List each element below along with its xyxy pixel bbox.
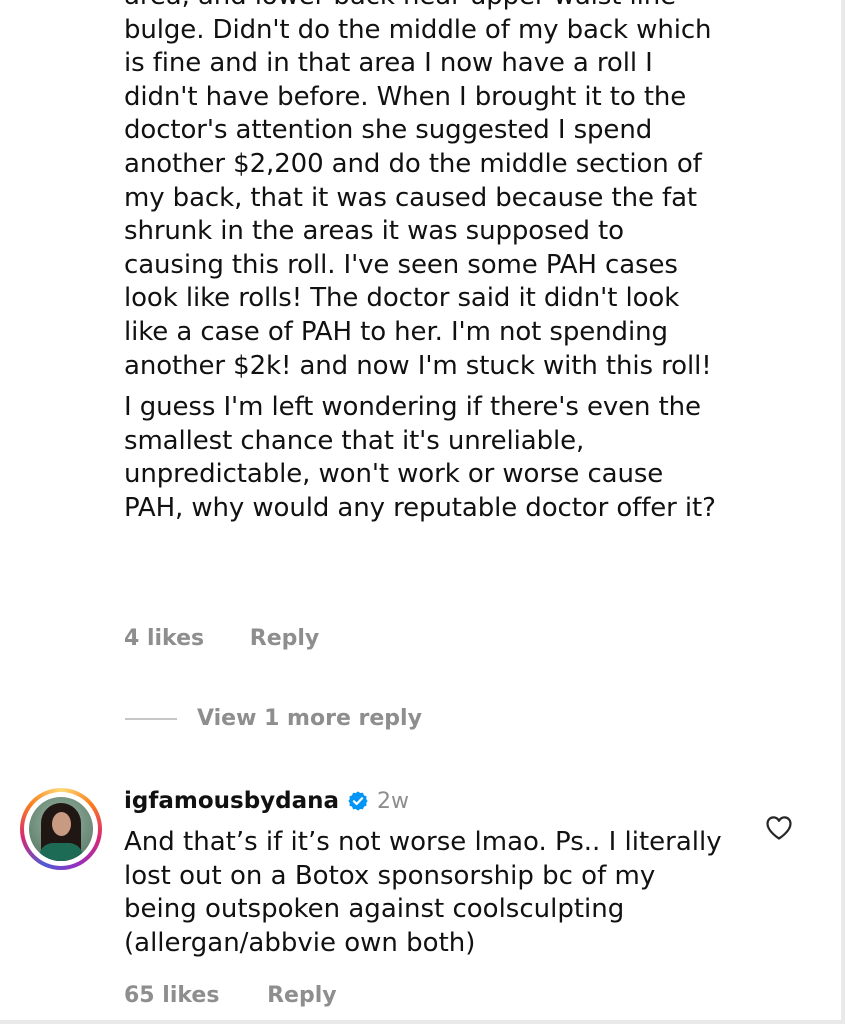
heart-outline-icon[interactable] (765, 815, 793, 841)
comment-paragraph: I guess I'm left wondering if there's ev… (124, 392, 716, 523)
likes-count[interactable]: 65 likes (124, 983, 219, 1008)
profile-photo (29, 797, 93, 861)
comment-header: igfamousbydana 2w (124, 788, 409, 814)
view-more-replies-label: View 1 more reply (197, 706, 422, 731)
comment-paragraph: And that’s if it’s not worse lmao. Ps.. … (124, 827, 722, 958)
comment-actions: 4 likes Reply (124, 626, 319, 651)
timestamp[interactable]: 2w (377, 789, 409, 814)
scroll-edge (841, 0, 845, 1024)
verified-badge-icon (348, 791, 368, 811)
avatar[interactable] (20, 788, 102, 870)
reply-button[interactable]: Reply (250, 626, 320, 651)
bottom-edge (0, 1020, 845, 1024)
avatar-ring-inner (24, 792, 98, 866)
comment-text: And that’s if it’s not worse lmao. Ps.. … (124, 826, 724, 960)
reply-button[interactable]: Reply (267, 983, 337, 1008)
divider-line (125, 717, 177, 720)
view-more-replies-button[interactable]: View 1 more reply (125, 706, 422, 731)
comment-actions: 65 likes Reply (124, 983, 337, 1008)
likes-count[interactable]: 4 likes (124, 626, 204, 651)
comment-paragraph: area, and lower back near upper waist li… (124, 0, 712, 381)
comment-text: area, and lower back near upper waist li… (124, 0, 724, 526)
username-link[interactable]: igfamousbydana (124, 788, 339, 814)
